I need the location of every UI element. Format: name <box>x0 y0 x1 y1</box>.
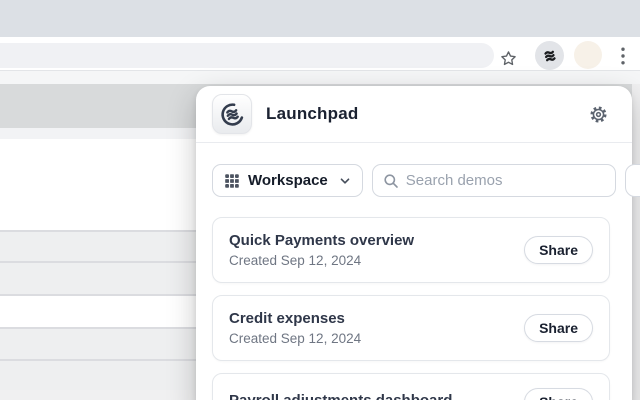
kebab-dots-icon <box>621 47 625 65</box>
search-icon <box>383 173 399 189</box>
tab-strip <box>0 0 640 37</box>
filter-button[interactable] <box>625 164 640 197</box>
share-button[interactable]: Share <box>524 388 593 400</box>
bookmark-button[interactable] <box>497 47 519 69</box>
popup-header: Launchpad <box>196 86 632 143</box>
demo-created: Created Sep 12, 2024 <box>229 253 414 268</box>
demo-card-credit-expenses[interactable]: Credit expenses Created Sep 12, 2024 Sha… <box>212 295 610 361</box>
demo-title: Payroll adjustments dashboard <box>229 392 452 400</box>
demo-card-quick-payments[interactable]: Quick Payments overview Created Sep 12, … <box>212 217 610 283</box>
profile-avatar[interactable] <box>574 41 602 69</box>
search-input[interactable] <box>406 172 605 189</box>
share-button[interactable]: Share <box>524 236 593 264</box>
workspace-label: Workspace <box>248 172 328 189</box>
launchpad-logo <box>212 94 252 134</box>
demo-created: Created Sep 12, 2024 <box>229 331 361 346</box>
search-field <box>372 164 616 197</box>
demo-list: Quick Payments overview Created Sep 12, … <box>196 197 632 400</box>
extension-button[interactable] <box>535 41 564 70</box>
settings-button[interactable] <box>586 102 610 126</box>
browser-menu-button[interactable] <box>613 45 633 67</box>
demo-title: Credit expenses <box>229 310 361 327</box>
extension-logo-icon <box>542 48 558 64</box>
browser-window: Launchpad <box>0 0 640 400</box>
launchpad-popup: Launchpad <box>196 86 632 400</box>
demo-card-text: Payroll adjustments dashboard <box>229 392 452 400</box>
gear-icon <box>589 105 608 124</box>
demo-card-text: Credit expenses Created Sep 12, 2024 <box>229 310 361 346</box>
demo-title: Quick Payments overview <box>229 232 414 249</box>
share-button[interactable]: Share <box>524 314 593 342</box>
star-icon <box>500 50 517 67</box>
address-bar[interactable] <box>0 43 494 68</box>
popup-controls: Workspace <box>196 143 632 197</box>
grid-icon <box>224 173 240 189</box>
bookmarks-strip <box>0 71 640 84</box>
demo-card-text: Quick Payments overview Created Sep 12, … <box>229 232 414 268</box>
popup-title: Launchpad <box>266 104 358 124</box>
chevron-down-icon <box>339 175 351 187</box>
workspace-dropdown[interactable]: Workspace <box>212 164 363 197</box>
demo-card-payroll-adjustments[interactable]: Payroll adjustments dashboard Share <box>212 373 610 400</box>
